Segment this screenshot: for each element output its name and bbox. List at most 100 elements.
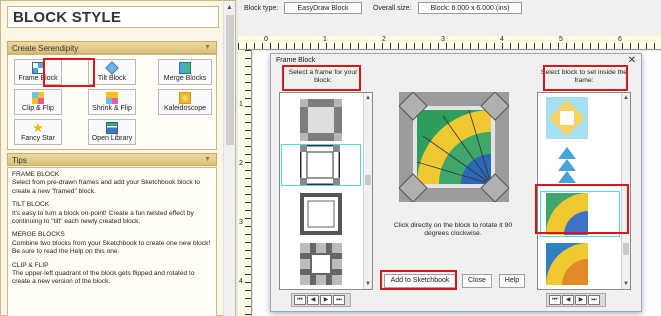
vertical-ruler: 1 2 3 4: [238, 50, 252, 316]
framed-block-preview[interactable]: [398, 91, 510, 203]
open-library-icon: [106, 122, 118, 134]
next-icon[interactable]: ▶: [575, 295, 587, 305]
merge-blocks-button[interactable]: Merge Blocks: [158, 59, 212, 85]
first-icon[interactable]: ⏮: [549, 295, 561, 305]
last-icon[interactable]: ⏭: [588, 295, 600, 305]
kaleidoscope-label: Kaleidoscope: [163, 105, 207, 112]
clip-flip-button[interactable]: Clip & Flip: [14, 89, 62, 115]
block-scroll-thumb[interactable]: [623, 243, 629, 255]
frame-block-button[interactable]: Frame Block: [14, 59, 62, 85]
ruler-v-2: 2: [239, 160, 243, 167]
fancy-star-button[interactable]: ★ Fancy Star: [14, 119, 62, 145]
overall-size-label: Overall size:: [373, 5, 412, 12]
serendipity-header[interactable]: Create Serendipity ▼: [7, 41, 217, 54]
next-icon[interactable]: ▶: [320, 295, 332, 305]
tip-merge-blocks: MERGE BLOCKS Combine two blocks from your…: [12, 231, 211, 256]
close-icon[interactable]: ✕: [628, 55, 636, 66]
ruler-h-2: 2: [382, 36, 386, 43]
clip-flip-label: Clip & Flip: [22, 105, 54, 112]
block-list[interactable]: ▲ ▼: [537, 92, 631, 290]
kaleidoscope-icon: [179, 92, 191, 104]
frame-block-label: Frame Block: [18, 75, 58, 82]
horizontal-ruler: 0 1 2 3 4 5 6: [238, 36, 661, 50]
fancy-star-icon: ★: [32, 120, 44, 135]
shrink-flip-button[interactable]: Shrink & Flip: [88, 89, 136, 115]
help-button[interactable]: Help: [499, 274, 525, 288]
ruler-v-3: 3: [239, 219, 243, 226]
tip-clip-flip: CLIP & FLIP The upper-left quadrant of th…: [12, 261, 195, 286]
frame-block-icon: [32, 62, 44, 74]
tip-frame-block: FRAME BLOCK Select from pre-drawn frames …: [12, 171, 201, 195]
block-caption: Select block to set inside the frame:: [540, 69, 628, 84]
frame-thumb-4[interactable]: [300, 243, 342, 285]
frame-thumb-1[interactable]: [300, 99, 342, 141]
tips-header-label: Tips: [12, 156, 27, 165]
block-toolbar: Block type: EasyDraw Block Overall size:…: [238, 0, 661, 17]
dialog-title: Frame Block: [276, 57, 316, 64]
open-library-label: Open Library: [91, 135, 133, 142]
ruler-v-4: 4: [239, 278, 243, 285]
last-icon[interactable]: ⏭: [333, 295, 345, 305]
ruler-v-1: 1: [239, 101, 243, 108]
frame-nav: ⏮ ◀ ▶ ⏭: [291, 293, 351, 307]
tips-caret-icon[interactable]: ▼: [204, 156, 211, 163]
frame-list[interactable]: ▲ ▼: [279, 92, 373, 290]
rotate-instruction: Click directly on the block to rotate it…: [393, 222, 513, 237]
block-thumb-2[interactable]: [546, 145, 588, 187]
frame-thumb-2[interactable]: [300, 145, 340, 185]
overall-size-field[interactable]: Block: 6.000 x 6.000 (ins): [418, 2, 522, 14]
fancy-star-label: Fancy Star: [21, 135, 55, 142]
serendipity-tools: Frame Block Tilt Block Merge Blocks Clip…: [7, 54, 217, 150]
kaleidoscope-button[interactable]: Kaleidoscope: [158, 89, 212, 115]
ruler-h-4: 4: [500, 36, 504, 43]
ruler-h-5: 5: [559, 36, 563, 43]
open-library-button[interactable]: Open Library: [88, 119, 136, 145]
merge-blocks-icon: [179, 62, 191, 74]
shrink-flip-label: Shrink & Flip: [92, 105, 132, 112]
block-type-field[interactable]: EasyDraw Block: [284, 2, 362, 14]
scroll-down-icon[interactable]: ▼: [365, 281, 371, 287]
ruler-v-ticks: [245, 50, 251, 316]
block-thumb-4[interactable]: [546, 243, 588, 285]
scroll-up-icon[interactable]: ▲: [226, 4, 233, 11]
scroll-thumb[interactable]: [226, 15, 234, 145]
tip-tilt-block: TILT BLOCK It's easy to turn a block on-p…: [12, 201, 194, 226]
frame-caption: Select a frame for your block:: [288, 69, 358, 84]
block-thumb-1[interactable]: [546, 97, 588, 139]
tilt-block-icon: [105, 61, 119, 75]
toolbar-spacer: [238, 17, 661, 36]
tips-header[interactable]: Tips ▼: [7, 153, 217, 166]
ruler-h-0: 0: [264, 36, 268, 43]
frame-thumb-3[interactable]: [300, 193, 342, 235]
frame-scroll-thumb[interactable]: [365, 175, 371, 185]
block-preview[interactable]: [398, 91, 510, 203]
ruler-h-3: 3: [441, 36, 445, 43]
frame-block-dialog: Frame Block ✕ Select a frame for your bl…: [270, 53, 642, 312]
first-icon[interactable]: ⏮: [294, 295, 306, 305]
prev-icon[interactable]: ◀: [307, 295, 319, 305]
merge-blocks-label: Merge Blocks: [163, 75, 207, 82]
prev-icon[interactable]: ◀: [562, 295, 574, 305]
panel-scrollbar[interactable]: ▲: [223, 1, 235, 316]
block-thumb-3[interactable]: [546, 193, 588, 235]
scroll-up-icon[interactable]: ▲: [623, 95, 629, 101]
tips-content: FRAME BLOCK Select from pre-drawn frames …: [7, 167, 217, 316]
tilt-block-button[interactable]: Tilt Block: [88, 59, 136, 85]
ruler-h-1: 1: [323, 36, 327, 43]
panel-title: BLOCK STYLE: [7, 6, 219, 28]
shrink-flip-icon: [106, 92, 118, 104]
scroll-up-icon[interactable]: ▲: [365, 95, 371, 101]
block-list-scrollbar[interactable]: ▲ ▼: [621, 93, 630, 289]
tilt-block-label: Tilt Block: [97, 75, 127, 82]
ruler-h-ticks: [238, 43, 661, 49]
ruler-h-6: 6: [618, 36, 622, 43]
close-button[interactable]: Close: [462, 274, 492, 288]
collapse-caret-icon[interactable]: ▼: [204, 44, 211, 51]
serendipity-header-label: Create Serendipity: [12, 44, 79, 53]
block-type-label: Block type:: [244, 5, 279, 12]
frame-list-scrollbar[interactable]: ▲ ▼: [363, 93, 372, 289]
block-style-panel: BLOCK STYLE Create Serendipity ▼ Frame B…: [0, 0, 236, 316]
clip-flip-icon: [32, 92, 44, 104]
add-to-sketchbook-button[interactable]: Add to Sketchbook: [384, 274, 456, 288]
scroll-down-icon[interactable]: ▼: [623, 281, 629, 287]
